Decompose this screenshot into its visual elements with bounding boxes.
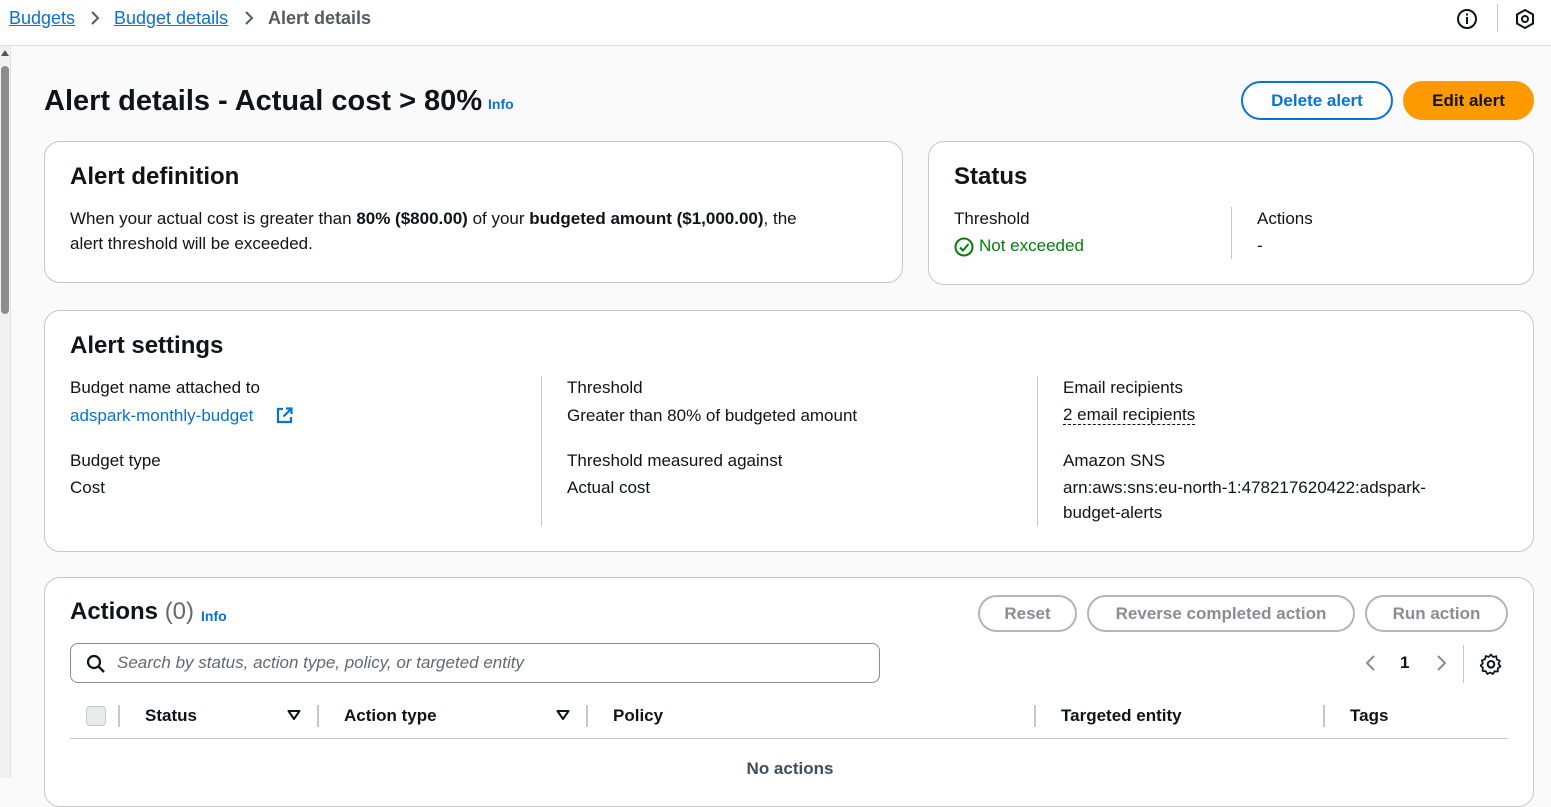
amazon-sns-value-line1: arn:aws:sns:eu-north-1:478217620422:adsp…	[1063, 478, 1426, 497]
success-check-icon	[954, 237, 974, 257]
budget-type-value: Cost	[70, 478, 105, 497]
measured-against-value: Actual cost	[567, 478, 651, 497]
column-divider	[1034, 705, 1036, 727]
sort-down-icon[interactable]	[287, 708, 301, 722]
top-bar: Budgets Budget details Alert details	[0, 0, 1551, 46]
status-actions-value: -	[1257, 236, 1263, 255]
delete-alert-button[interactable]: Delete alert	[1241, 81, 1393, 120]
table-header-border	[70, 738, 1508, 739]
column-divider	[586, 705, 588, 727]
title-info-link[interactable]: Info	[488, 96, 514, 112]
budget-name-link[interactable]: adspark-monthly-budget	[70, 404, 253, 428]
page-number[interactable]: 1	[1400, 653, 1409, 673]
search-input[interactable]	[115, 651, 865, 675]
status-threshold-label: Threshold	[954, 209, 1030, 228]
external-link-icon[interactable]	[275, 406, 294, 425]
actions-info-link[interactable]: Info	[201, 608, 227, 624]
actions-search[interactable]	[70, 643, 880, 683]
status-actions-label: Actions	[1257, 209, 1313, 228]
email-recipients-popover[interactable]: 2 email recipients	[1063, 404, 1196, 426]
definition-threshold-amount: 80% ($800.00)	[356, 209, 468, 228]
threshold-label: Threshold	[567, 378, 643, 397]
top-divider	[1497, 4, 1498, 32]
select-all-checkbox[interactable]	[86, 706, 106, 726]
status-threshold-value: Not exceeded	[979, 236, 1084, 255]
column-divider	[317, 705, 319, 727]
search-icon	[86, 654, 105, 673]
run-action-button[interactable]: Run action	[1365, 595, 1508, 632]
edit-alert-button[interactable]: Edit alert	[1403, 81, 1534, 120]
budget-type-label: Budget type	[70, 451, 161, 470]
gear-icon[interactable]	[1480, 653, 1502, 675]
definition-text-part: When your actual cost is greater than	[70, 209, 357, 228]
settings-divider	[541, 376, 542, 526]
reverse-completed-action-button[interactable]: Reverse completed action	[1087, 595, 1355, 632]
status-divider	[1231, 207, 1232, 259]
chevron-right-icon[interactable]	[1432, 654, 1450, 672]
definition-text-part: of your	[467, 209, 530, 228]
column-tags[interactable]: Tags	[1350, 705, 1388, 727]
column-action-type[interactable]: Action type	[344, 705, 437, 727]
breadcrumb-budgets[interactable]: Budgets	[9, 7, 75, 29]
column-targeted-entity[interactable]: Targeted entity	[1061, 705, 1182, 727]
alert-definition-text-line2: alert threshold will be exceeded.	[70, 234, 313, 253]
alert-settings-heading: Alert settings	[70, 332, 224, 359]
status-heading: Status	[954, 163, 1028, 190]
chevron-right-icon	[91, 11, 100, 25]
sort-down-icon[interactable]	[556, 708, 570, 722]
actions-count: (0)	[164, 598, 195, 625]
email-recipients-label: Email recipients	[1063, 378, 1183, 397]
amazon-sns-label: Amazon SNS	[1063, 451, 1166, 470]
amazon-sns-value-line2: budget-alerts	[1063, 503, 1163, 522]
alert-settings-card	[44, 310, 1534, 552]
breadcrumb-current: Alert details	[268, 8, 372, 28]
info-icon[interactable]	[1456, 8, 1478, 30]
definition-budgeted-amount: budgeted amount ($1,000.00)	[529, 209, 764, 228]
column-divider	[118, 705, 120, 727]
pagination-divider	[1463, 645, 1464, 683]
actions-heading: Actions	[70, 598, 159, 625]
chevron-left-icon[interactable]	[1362, 654, 1380, 672]
reset-button[interactable]: Reset	[978, 595, 1077, 632]
scroll-up-arrow-icon[interactable]	[1, 50, 9, 56]
column-divider	[1323, 705, 1325, 727]
actions-heading-wrap: Actions (0)	[70, 598, 194, 626]
definition-text-part: , the	[763, 209, 797, 228]
email-recipients-value[interactable]: 2 email recipients	[1063, 405, 1196, 425]
column-status[interactable]: Status	[145, 705, 197, 727]
alert-definition-heading: Alert definition	[70, 163, 240, 190]
breadcrumb-budget-details[interactable]: Budget details	[114, 7, 228, 29]
alert-definition-text: When your actual cost is greater than 80…	[70, 207, 797, 231]
settings-hex-icon[interactable]	[1514, 8, 1536, 30]
column-policy[interactable]: Policy	[613, 705, 663, 727]
scrollbar-thumb[interactable]	[1, 66, 9, 314]
threshold-value: Greater than 80% of budgeted amount	[567, 406, 858, 425]
chevron-right-icon	[245, 11, 254, 25]
budget-name-label: Budget name attached to	[70, 378, 260, 397]
empty-state-text: No actions	[746, 759, 834, 778]
settings-divider	[1037, 376, 1038, 526]
measured-against-label: Threshold measured against	[567, 451, 783, 470]
page-title: Alert details - Actual cost > 80%	[44, 85, 483, 117]
